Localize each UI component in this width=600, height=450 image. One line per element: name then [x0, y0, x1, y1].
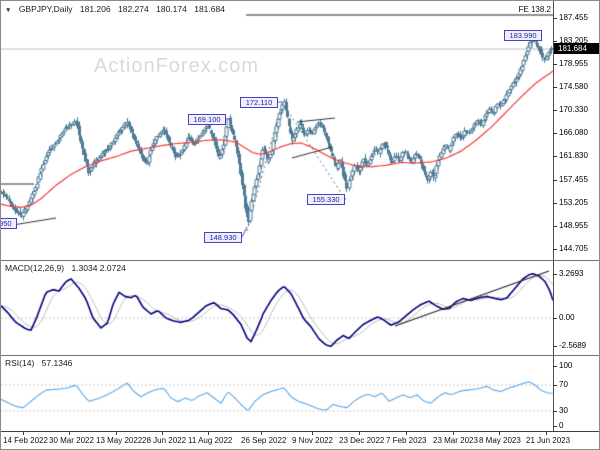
axis-tick-label: 170.330	[559, 105, 588, 114]
main-price-panel: ActionForex.com ▼ GBPJPY,Daily 181.206 1…	[1, 1, 554, 260]
axis-tick-label: -2.5689	[559, 341, 587, 350]
open-value: 181.206	[79, 4, 111, 14]
axis-tick-mark	[553, 226, 557, 227]
date-tick-mark	[406, 432, 407, 435]
collapse-arrow-icon[interactable]: ▼	[5, 7, 11, 14]
date-tick-mark	[162, 432, 163, 435]
axis-tick-label: 166.080	[559, 128, 588, 137]
date-label: 28 Jun 2022	[142, 436, 187, 445]
axis-tick-mark	[553, 64, 557, 65]
axis-tick-label: 144.705	[559, 244, 588, 253]
axis-tick-mark	[553, 346, 557, 347]
axis-tick-label: 178.955	[559, 59, 588, 68]
chart-title: ▼ GBPJPY,Daily 181.206 182.274 180.174 1…	[5, 4, 230, 14]
price-tag-label: 183.990	[504, 30, 542, 41]
date-label: 21 Jun 2023	[526, 436, 571, 445]
rsi-panel: RSI(14) 57.1346	[1, 356, 554, 431]
date-label: 23 Mar 2023	[433, 436, 478, 445]
rsi-canvas[interactable]	[1, 356, 554, 431]
axis-tick-label: 187.455	[559, 13, 588, 22]
date-tick-mark	[23, 432, 24, 435]
axis-tick-label: 174.580	[559, 82, 588, 91]
date-tick-mark	[312, 432, 313, 435]
date-tick-mark	[208, 432, 209, 435]
chart-window: ActionForex.com ▼ GBPJPY,Daily 181.206 1…	[0, 0, 600, 450]
date-label: 14 Feb 2022	[3, 436, 48, 445]
date-label: 7 Feb 2023	[386, 436, 427, 445]
date-tick-mark	[546, 432, 547, 435]
axis-tick-label: 148.955	[559, 221, 588, 230]
axis-tick-mark	[553, 87, 557, 88]
date-label: 9 Nov 2022	[292, 436, 333, 445]
axis-tick-mark	[553, 203, 557, 204]
axis-tick-mark	[553, 318, 557, 319]
price-tag-label: 148.930	[204, 232, 242, 243]
macd-name: MACD(12,26,9)	[5, 263, 65, 273]
date-label: 26 Sep 2022	[241, 436, 287, 445]
date-tick-mark	[116, 432, 117, 435]
price-canvas[interactable]	[1, 1, 554, 260]
date-tick-mark	[359, 432, 360, 435]
rsi-name: RSI(14)	[5, 358, 35, 368]
macd-canvas[interactable]	[1, 261, 554, 355]
axis-tick-label: 157.455	[559, 175, 588, 184]
symbol-period: GBPJPY,Daily	[18, 4, 73, 14]
close-value: 181.684	[194, 4, 225, 14]
date-label: 23 Dec 2022	[339, 436, 385, 445]
axis-tick-mark	[553, 385, 557, 386]
date-tick-mark	[69, 432, 70, 435]
axis-tick-mark	[553, 366, 557, 367]
axis-tick-mark	[553, 110, 557, 111]
axis-tick-mark	[553, 18, 557, 19]
watermark: ActionForex.com	[94, 55, 260, 77]
macd-panel: MACD(12,26,9) 1.3034 2.0724	[1, 261, 554, 355]
rsi-value: 57.1346	[41, 358, 73, 368]
date-label: 11 Aug 2022	[188, 436, 233, 445]
axis-tick-label: 0	[559, 421, 564, 430]
date-tick-mark	[499, 432, 500, 435]
price-tag-label: 150.950	[1, 218, 17, 229]
axis-tick-mark	[553, 426, 557, 427]
low-value: 180.174	[156, 4, 187, 14]
axis-tick-label: 100	[559, 361, 573, 370]
fibonacci-extension-label: FE 138.2	[518, 5, 551, 14]
axis-tick-label: 153.205	[559, 198, 588, 207]
date-tick-mark	[261, 432, 262, 435]
date-label: 30 Mar 2022	[49, 436, 94, 445]
axis-tick-mark	[553, 274, 557, 275]
date-axis[interactable]: 14 Feb 2022 30 Mar 2022 13 May 2022 28 Jun …	[1, 431, 599, 449]
axis-tick-label: 3.2693	[559, 269, 584, 278]
axis-tick-mark	[553, 156, 557, 157]
axis-tick-label: 30	[559, 406, 568, 415]
macd-title: MACD(12,26,9) 1.3034 2.0724	[5, 263, 131, 273]
current-price-badge: 181.684	[554, 43, 599, 54]
macd-values: 1.3034 2.0724	[71, 263, 126, 273]
axis-tick-label: 0.00	[559, 313, 575, 322]
axis-tick-mark	[553, 41, 557, 42]
price-tag-label: 155.330	[307, 194, 345, 205]
date-label: 13 May 2022	[96, 436, 143, 445]
axis-tick-label: 70	[559, 380, 568, 389]
axis-tick-label: 161.830	[559, 151, 588, 160]
axis-tick-mark	[553, 133, 557, 134]
price-tag-label: 172.110	[240, 97, 278, 108]
rsi-title: RSI(14) 57.1346	[5, 358, 77, 368]
axis-tick-mark	[553, 411, 557, 412]
price-tag-label: 169.100	[188, 114, 226, 125]
axis-tick-mark	[553, 180, 557, 181]
date-label: 8 May 2023	[479, 436, 521, 445]
axis-tick-mark	[553, 249, 557, 250]
high-value: 182.274	[118, 4, 149, 14]
date-tick-mark	[453, 432, 454, 435]
